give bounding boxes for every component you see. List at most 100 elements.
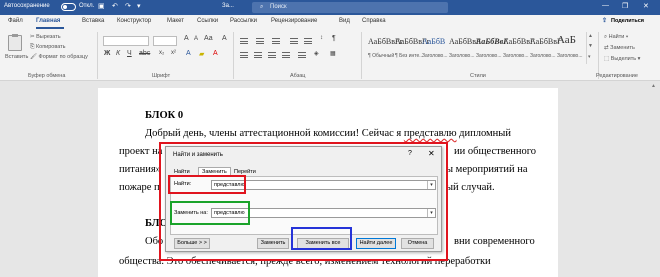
copy-button[interactable]: ⎘ Копировать — [30, 44, 66, 51]
sort-icon[interactable]: ↕ — [320, 35, 323, 41]
tab-insert[interactable]: Вставка — [82, 18, 104, 24]
doc-line: ы мероприятий на — [446, 164, 528, 175]
replace-value: представлю — [214, 210, 245, 216]
text-effects-icon[interactable]: A — [186, 50, 191, 57]
style-heading[interactable]: АаБбВ Заголово... — [420, 32, 448, 64]
scroll-up-arrow[interactable]: ▲ — [651, 83, 656, 89]
tab-review[interactable]: Рецензирование — [271, 18, 317, 24]
replace-button[interactable]: Заменить — [257, 238, 289, 249]
font-size-select[interactable] — [153, 36, 177, 46]
select-button[interactable]: ⬚ Выделить ▾ — [604, 56, 640, 62]
autosave-toggle[interactable] — [61, 3, 76, 11]
replace-button[interactable]: ⇄ Заменить — [604, 45, 635, 51]
shrink-font-icon[interactable]: A — [194, 36, 198, 42]
paragraph-group-label: Абзац — [290, 73, 306, 79]
paste-icon[interactable] — [8, 34, 22, 51]
restore-icon[interactable]: ❐ — [622, 2, 628, 10]
tab-layout[interactable]: Макет — [167, 18, 184, 24]
borders-icon[interactable]: ▦ — [330, 50, 336, 57]
more-styles-icon[interactable]: ▾ — [588, 54, 591, 60]
tab-goto[interactable]: Перейти — [234, 169, 256, 175]
font-group-label: Шрифт — [152, 73, 171, 79]
styles-group-label: Стили — [470, 73, 486, 79]
editing-group-label: Редактирование — [596, 73, 638, 79]
format-painter-button[interactable]: 🖌 Формат по образцу — [30, 54, 88, 60]
line-spacing-icon[interactable] — [298, 52, 306, 58]
superscript-icon[interactable]: x² — [171, 50, 176, 56]
redo-icon[interactable]: ↷ — [125, 2, 131, 10]
help-icon[interactable]: ? — [408, 150, 412, 157]
style-heading[interactable]: АаБбВвГ Заголово... — [501, 32, 535, 64]
undo-icon[interactable]: ↶ — [112, 2, 118, 10]
style-normal[interactable]: АаБбВвГг ¶ Обычный — [366, 32, 403, 64]
show-marks-icon[interactable]: ¶ — [332, 35, 336, 42]
find-input[interactable]: представлю ▾ — [211, 180, 436, 190]
bold-icon[interactable]: Ж — [104, 50, 110, 57]
close-icon[interactable]: ✕ — [643, 2, 649, 10]
style-heading[interactable]: АаБбВвГ Заголово... — [528, 32, 562, 64]
search-box[interactable]: ⌕ Поиск — [252, 2, 448, 13]
highlight-icon[interactable]: ▰ — [199, 50, 204, 58]
increase-indent-icon[interactable] — [304, 38, 312, 44]
cut-button[interactable]: ✂ Вырезать — [30, 34, 61, 40]
close-icon[interactable]: ✕ — [428, 149, 435, 158]
decrease-indent-icon[interactable] — [290, 38, 298, 44]
font-family-select[interactable] — [103, 36, 149, 46]
multilevel-list-icon[interactable] — [272, 38, 280, 44]
style-heading[interactable]: АаБбВвГ Заголово... — [474, 32, 508, 64]
style-heading[interactable]: АаБбВвГ Заголово... — [447, 32, 481, 64]
tab-mailings[interactable]: Рассылки — [230, 18, 257, 24]
shading-icon[interactable]: ◈ — [314, 50, 319, 57]
strikethrough-icon[interactable]: abc — [139, 50, 150, 57]
minimize-icon[interactable]: — — [602, 2, 609, 9]
underline-icon[interactable]: Ч — [127, 50, 132, 57]
numbering-icon[interactable] — [256, 38, 264, 44]
style-title[interactable]: АаБ Заголово... — [555, 32, 583, 64]
replace-input[interactable]: представлю ▾ — [211, 208, 436, 218]
scroll-up-icon[interactable]: ▲ — [588, 33, 593, 39]
style-sample: АаБ — [557, 34, 576, 46]
tab-home[interactable]: Главная — [36, 18, 60, 24]
find-next-button[interactable]: Найти далее — [356, 238, 396, 249]
more-button[interactable]: Больше > > — [174, 238, 210, 249]
search-placeholder: Поиск — [270, 4, 287, 10]
customize-qat-icon[interactable]: ▾ — [137, 2, 141, 10]
tab-references[interactable]: Ссылки — [197, 18, 218, 24]
cancel-button[interactable]: Отмена — [401, 238, 434, 249]
tab-find[interactable]: Найти — [174, 169, 190, 175]
style-no-spacing[interactable]: АаБбВвГг ¶ Без инте... — [393, 32, 430, 64]
replace-all-button[interactable]: Заменить все — [297, 238, 349, 249]
save-icon[interactable]: ▣ — [98, 2, 105, 10]
autosave-label: Автосохранение — [4, 3, 50, 9]
tab-view[interactable]: Вид — [339, 18, 350, 24]
separator — [233, 32, 234, 79]
paste-button[interactable]: Вставить — [5, 54, 28, 60]
doc-text: Добрый день, члены аттестационной комисс… — [145, 128, 404, 139]
align-left-icon[interactable] — [240, 52, 248, 58]
replace-label: Заменить — [610, 45, 635, 51]
format-painter-label: Формат по образцу — [38, 54, 88, 60]
styles-gallery-scroll[interactable]: ▲ ▼ ▾ — [586, 32, 594, 64]
title-bar: Автосохранение Откл. ▣ ↶ ↷ ▾ За... ⌕ Пои… — [0, 0, 660, 15]
tab-help[interactable]: Справка — [362, 18, 386, 24]
clear-formatting-icon[interactable]: A — [222, 35, 227, 42]
align-center-icon[interactable] — [254, 52, 262, 58]
change-case-icon[interactable]: Аа — [204, 35, 213, 42]
justify-icon[interactable] — [282, 52, 290, 58]
subscript-icon[interactable]: x₂ — [159, 50, 164, 56]
share-label: Поделиться — [611, 18, 645, 24]
italic-icon[interactable]: К — [116, 50, 120, 57]
font-color-icon[interactable]: A — [213, 50, 218, 57]
find-button[interactable]: ⌕ Найти ▾ — [604, 34, 628, 41]
share-button[interactable]: ⇪ Поделиться — [602, 16, 658, 27]
tab-file[interactable]: Файл — [8, 18, 23, 24]
replace-history-dropdown-icon[interactable]: ▾ — [427, 209, 435, 217]
clipboard-group-label: Буфер обмена — [28, 73, 66, 79]
tab-design[interactable]: Конструктор — [117, 18, 151, 24]
find-history-dropdown-icon[interactable]: ▾ — [427, 181, 435, 189]
align-right-icon[interactable] — [268, 52, 276, 58]
grow-font-icon[interactable]: A — [184, 35, 189, 42]
scroll-down-icon[interactable]: ▼ — [588, 43, 593, 49]
bullets-icon[interactable] — [240, 38, 248, 44]
copy-label: Копировать — [35, 44, 66, 50]
